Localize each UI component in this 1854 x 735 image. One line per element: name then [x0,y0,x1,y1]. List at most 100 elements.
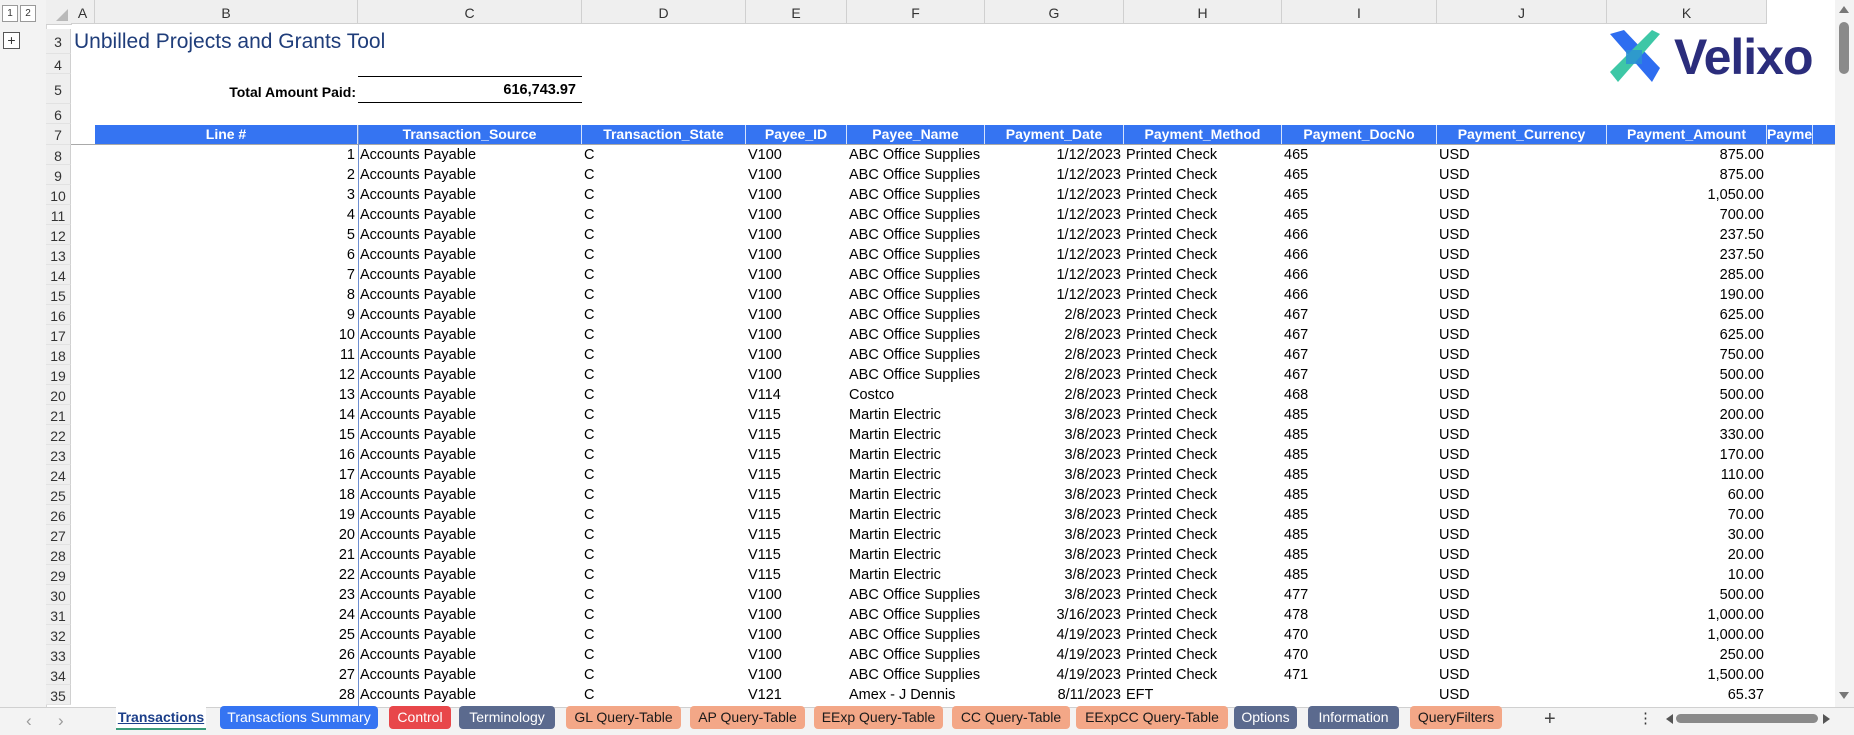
row-header-22[interactable]: 22 [46,425,71,445]
scroll-down-icon[interactable] [1839,692,1849,699]
row-header-7[interactable]: 7 [46,124,71,145]
table-cell[interactable]: 2 [95,165,355,185]
table-cell[interactable]: 14 [95,405,355,425]
table-cell[interactable]: Amex - J Dennis [849,685,985,705]
table-cell[interactable]: Accounts Payable [360,465,582,485]
table-cell[interactable]: 8/11/2023 [985,685,1121,705]
table-cell[interactable]: Printed Check [1126,525,1282,545]
column-header-a[interactable]: A [71,0,95,24]
table-cell[interactable]: USD [1439,305,1607,325]
table-cell[interactable]: 3/16/2023 [985,605,1121,625]
table-cell[interactable]: 485 [1284,465,1437,485]
column-heading-payee-id[interactable]: Payee_ID [746,125,847,144]
tab-transactions[interactable]: Transactions [116,706,206,730]
table-cell[interactable]: 3/8/2023 [985,565,1121,585]
table-cell[interactable]: 875.00 [1607,145,1764,165]
table-cell[interactable]: USD [1439,445,1607,465]
scroll-up-icon[interactable] [1839,6,1849,13]
table-cell[interactable]: 500.00 [1607,385,1764,405]
table-cell[interactable]: Martin Electric [849,465,985,485]
table-cell[interactable]: Printed Check [1126,445,1282,465]
table-cell[interactable]: V100 [748,205,847,225]
table-cell[interactable]: Printed Check [1126,565,1282,585]
table-cell[interactable]: 470 [1284,625,1437,645]
table-cell[interactable]: ABC Office Supplies [849,305,985,325]
table-cell[interactable]: 285.00 [1607,265,1764,285]
column-heading-payment-method[interactable]: Payment_Method [1124,125,1282,144]
table-cell[interactable]: C [584,225,746,245]
table-cell[interactable]: 110.00 [1607,465,1764,485]
tab-options[interactable]: Options [1234,706,1297,729]
table-cell[interactable]: C [584,465,746,485]
column-header-g[interactable]: G [985,0,1124,24]
row-header-15[interactable]: 15 [46,285,71,305]
table-cell[interactable]: 467 [1284,325,1437,345]
column-heading-transaction-source[interactable]: Transaction_Source [358,125,582,144]
row-header-21[interactable]: 21 [46,405,71,425]
table-cell[interactable]: V100 [748,245,847,265]
tab-information[interactable]: Information [1308,706,1399,729]
table-cell[interactable]: 3/8/2023 [985,585,1121,605]
table-cell[interactable]: USD [1439,665,1607,685]
table-cell[interactable]: V115 [748,525,847,545]
table-cell[interactable]: C [584,665,746,685]
outline-level-2-button[interactable]: 2 [20,5,36,22]
table-cell[interactable]: ABC Office Supplies [849,185,985,205]
row-header-24[interactable]: 24 [46,465,71,485]
table-cell[interactable]: 4/19/2023 [985,625,1121,645]
table-cell[interactable]: ABC Office Supplies [849,265,985,285]
column-header-d[interactable]: D [582,0,746,24]
table-cell[interactable]: Printed Check [1126,165,1282,185]
row-header-34[interactable]: 34 [46,665,71,685]
table-cell[interactable]: C [584,525,746,545]
table-cell[interactable]: V115 [748,505,847,525]
table-cell[interactable]: 467 [1284,365,1437,385]
table-cell[interactable]: Accounts Payable [360,325,582,345]
table-cell[interactable]: USD [1439,285,1607,305]
table-cell[interactable]: V115 [748,465,847,485]
horizontal-scrollbar[interactable] [1666,711,1830,725]
table-cell[interactable]: V115 [748,545,847,565]
table-cell[interactable]: C [584,285,746,305]
table-cell[interactable]: C [584,325,746,345]
table-cell[interactable]: C [584,685,746,705]
table-cell[interactable]: Printed Check [1126,205,1282,225]
row-header-11[interactable]: 11 [46,205,71,225]
table-cell[interactable]: Accounts Payable [360,525,582,545]
table-cell[interactable]: 7 [95,265,355,285]
table-cell[interactable]: 500.00 [1607,365,1764,385]
table-cell[interactable]: 465 [1284,205,1437,225]
table-cell[interactable]: Accounts Payable [360,445,582,465]
table-cell[interactable]: C [584,205,746,225]
table-cell[interactable]: 23 [95,585,355,605]
table-cell[interactable]: C [584,585,746,605]
table-cell[interactable]: Printed Check [1126,285,1282,305]
table-cell[interactable]: Accounts Payable [360,185,582,205]
table-cell[interactable]: USD [1439,205,1607,225]
table-cell[interactable]: 20 [95,525,355,545]
table-cell[interactable]: 70.00 [1607,505,1764,525]
row-header-23[interactable]: 23 [46,445,71,465]
add-sheet-icon[interactable]: + [1544,707,1556,731]
table-cell[interactable]: 625.00 [1607,305,1764,325]
table-cell[interactable]: C [584,445,746,465]
table-cell[interactable]: 485 [1284,545,1437,565]
table-cell[interactable]: 28 [95,685,355,705]
vertical-scrollbar[interactable] [1835,0,1854,707]
table-cell[interactable]: 1/12/2023 [985,165,1121,185]
table-cell[interactable]: USD [1439,165,1607,185]
table-cell[interactable]: 4/19/2023 [985,665,1121,685]
table-cell[interactable]: 1/12/2023 [985,205,1121,225]
row-header-19[interactable]: 19 [46,365,71,385]
column-header-e[interactable]: E [746,0,847,24]
table-cell[interactable]: Accounts Payable [360,645,582,665]
column-heading-payment-currency[interactable]: Payment_Currency [1437,125,1607,144]
table-cell[interactable]: 1/12/2023 [985,265,1121,285]
table-cell[interactable]: Accounts Payable [360,405,582,425]
column-heading-payee-name[interactable]: Payee_Name [847,125,985,144]
table-cell[interactable]: Accounts Payable [360,505,582,525]
table-cell[interactable]: C [584,425,746,445]
scroll-right-icon[interactable] [1823,714,1830,724]
column-header-k[interactable]: K [1607,0,1767,24]
table-cell[interactable]: Accounts Payable [360,545,582,565]
